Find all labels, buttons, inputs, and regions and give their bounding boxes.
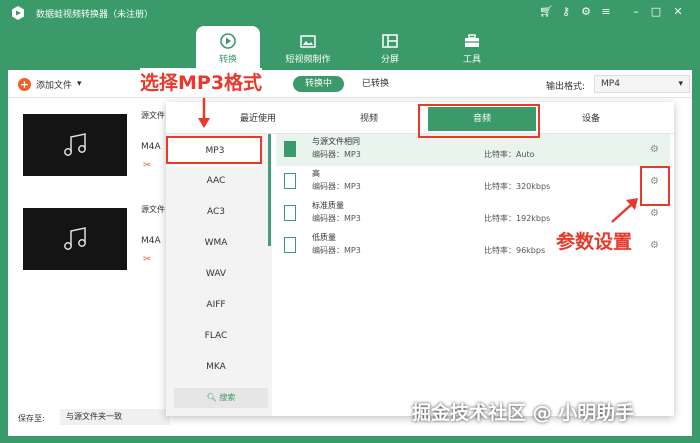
converted-tab[interactable]: 已转换 [350,76,401,92]
gear-icon[interactable]: ⚙ [650,240,659,251]
quality-option[interactable]: 高 编码器：MP3 比特率：320kbps ⚙ [276,166,670,198]
search-label: 搜索 [219,393,236,402]
music-note-icon [64,133,86,156]
key-icon[interactable]: ⚷ [558,4,574,20]
tab-tools[interactable]: 工具 [440,26,504,70]
tab-video[interactable]: 视频 [360,111,378,124]
menu-icon[interactable]: ≡ [598,4,614,20]
convert-icon [220,33,236,49]
title-bar: 数据蛙视频转换器（未注册） 🛒︎ ⚷ ⚙ ≡ – □ ✕ [0,0,700,26]
tab-short-video-label: 短视频制作 [285,55,331,65]
quality-bitrate: 比特率：320kbps [484,182,551,191]
chevron-down-icon: ▾ [678,79,683,89]
edit-icon[interactable]: ✂ [143,254,151,265]
minimize-icon[interactable]: – [628,4,644,20]
converting-tab[interactable]: 转换中 [293,76,345,92]
close-icon[interactable]: ✕ [670,4,686,20]
tab-convert-label: 转换 [218,55,237,65]
source-format: M4A [141,142,161,152]
save-to-label: 保存至: [18,414,45,423]
tab-split-screen-label: 分屏 [380,55,399,65]
watermark: 掘金技术社区 @ 小明助手 [412,402,635,424]
file-thumbnail [23,114,127,176]
tab-tools-label: 工具 [462,55,481,65]
format-list: MP3 AAC AC3 WMA WAV AIFF FLAC MKA 🔍︎ 搜索 [166,134,272,416]
format-item-ac3[interactable]: AC3 [166,197,266,227]
settings-icon[interactable]: ⚙ [578,4,594,20]
source-file-label: 源文件 [141,111,165,120]
app-logo-icon [12,6,24,20]
file-item[interactable]: 源文件 M4A ✂ [8,106,168,198]
quality-name: 低质量 [312,233,336,242]
add-file-button[interactable]: + 添加文件 ▾ [18,77,82,91]
toolbox-icon [465,34,479,47]
quality-bitrate: 比特率：Auto [484,150,535,159]
status-toggle: 转换中 已转换 [293,76,401,92]
split-screen-icon [382,34,398,48]
output-format-select[interactable]: MP4 ▾ [594,75,690,93]
select-mp3-annotation: 选择MP3格式 [140,68,263,95]
quality-name: 标准质量 [312,201,344,210]
audio-tab-highlight-box [418,104,540,138]
quality-name: 高 [312,169,320,178]
source-format: M4A [141,236,161,246]
format-item-mka[interactable]: MKA [166,352,266,382]
chevron-down-icon: ▾ [77,79,82,89]
tab-short-video[interactable]: 短视频制作 [276,26,340,70]
file-thumbnail [23,208,127,270]
video-maker-icon [300,35,316,48]
gear-highlight-box [640,166,670,206]
lq-icon [284,237,296,253]
format-item-flac[interactable]: FLAC [166,321,266,351]
tab-split-screen[interactable]: 分屏 [358,26,422,70]
format-item-aac[interactable]: AAC [166,166,266,196]
file-item[interactable]: 源文件 M4A ✂ [8,200,168,292]
add-icon: + [18,77,31,91]
pointer-arrow-icon [611,198,638,223]
file-icon [284,141,296,157]
edit-icon[interactable]: ✂ [143,160,151,171]
sq-icon [284,205,296,221]
search-icon: 🔍︎ [206,393,220,402]
quality-encoder: 编码器：MP3 [312,214,361,223]
convert-toolbar: + 添加文件 ▾ 转换中 已转换 输出格式: MP4 ▾ [8,70,692,98]
main-nav: 转换 短视频制作 分屏 工具 [0,26,700,70]
output-format-value: MP4 [601,79,620,89]
output-format-label: 输出格式: [546,82,586,92]
tab-recent[interactable]: 最近使用 [240,111,276,124]
quality-encoder: 编码器：MP3 [312,150,361,159]
save-to-value: 与源文件夹一致 [66,412,122,421]
format-item-aiff[interactable]: AIFF [166,290,266,320]
app-title: 数据蛙视频转换器（未注册） [36,10,154,20]
mp3-highlight-box [166,136,262,164]
format-list-scrollbar[interactable] [268,134,271,246]
param-settings-annotation: 参数设置 [556,231,633,253]
maximize-icon[interactable]: □ [648,4,664,20]
quality-name: 与源文件相同 [312,137,360,146]
hq-icon [284,173,296,189]
save-to-select[interactable]: 与源文件夹一致 [60,409,170,425]
quality-bitrate: 比特率：192kbps [484,214,551,223]
cart-icon[interactable]: 🛒︎ [538,4,554,20]
gear-icon[interactable]: ⚙ [650,144,659,155]
quality-bitrate: 比特率：96kbps [484,246,546,255]
format-item-wav[interactable]: WAV [166,259,266,289]
format-search-button[interactable]: 🔍︎ 搜索 [174,388,268,408]
quality-encoder: 编码器：MP3 [312,182,361,191]
gear-icon[interactable]: ⚙ [650,208,659,219]
add-file-label: 添加文件 [36,80,73,91]
source-file-label: 源文件 [141,205,165,214]
tab-convert[interactable]: 转换 [196,26,260,70]
format-item-wma[interactable]: WMA [166,228,266,258]
music-note-icon [64,227,86,250]
quality-option[interactable]: 与源文件相同 编码器：MP3 比特率：Auto ⚙ [276,134,670,166]
down-arrow-icon [198,98,210,128]
tab-device[interactable]: 设备 [582,111,600,124]
quality-encoder: 编码器：MP3 [312,246,361,255]
